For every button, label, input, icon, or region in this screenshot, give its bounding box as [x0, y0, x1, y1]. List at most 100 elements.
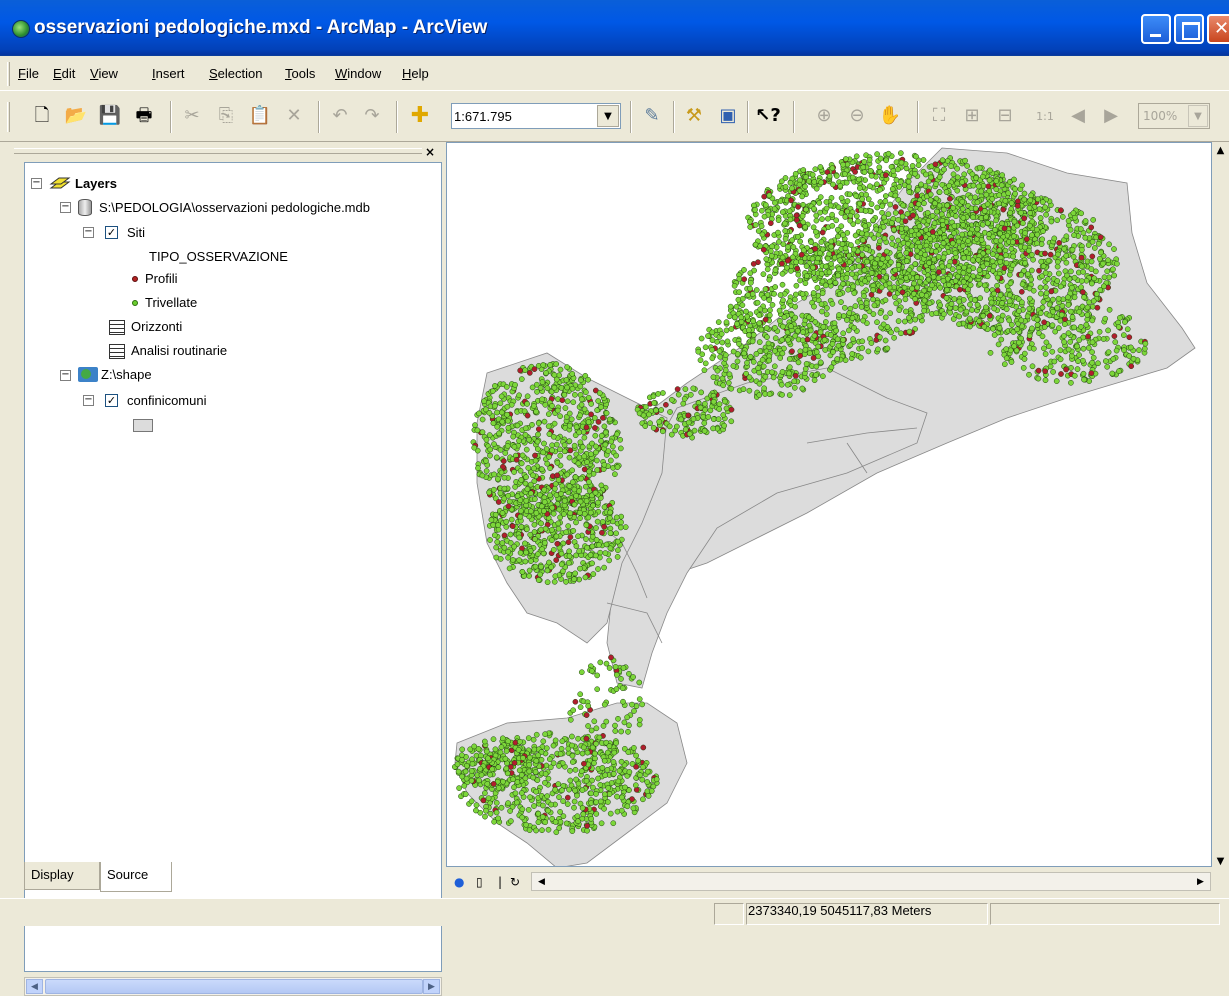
zoom-percent-combobox[interactable]: 100% ▼	[1138, 103, 1210, 129]
undo-icon[interactable]: ↶	[328, 104, 352, 128]
layer-visibility-checkbox[interactable]: ✓	[105, 226, 118, 239]
layer-visibility-checkbox[interactable]: ✓	[105, 394, 118, 407]
map-point	[997, 292, 1004, 299]
full-extent-icon[interactable]: ⛶	[927, 104, 951, 128]
map-point	[874, 151, 880, 157]
map-point	[779, 260, 785, 267]
menu-insert[interactable]: Insert	[152, 66, 185, 81]
whats-this-icon[interactable]: ↖?	[755, 104, 781, 128]
map-point	[596, 542, 602, 548]
collapse-icon[interactable]: −	[83, 227, 94, 238]
map-point	[953, 213, 959, 219]
map-point	[1043, 211, 1049, 218]
map-point	[813, 363, 820, 370]
map-scale-combobox[interactable]: ▼	[451, 103, 621, 129]
chevron-down-icon[interactable]: ▼	[1188, 105, 1208, 127]
minimize-button[interactable]	[1141, 14, 1171, 44]
toc-layer-confinicomuni[interactable]: confinicomuni	[127, 393, 207, 408]
map-point	[844, 266, 851, 272]
collapse-icon[interactable]: −	[60, 370, 71, 381]
close-icon[interactable]: ×	[425, 145, 435, 159]
map-point	[951, 223, 958, 229]
map-canvas[interactable]	[447, 143, 1212, 867]
delete-icon[interactable]: ✕	[282, 104, 306, 128]
menu-selection[interactable]: Selection	[209, 66, 262, 81]
collapse-icon[interactable]: −	[60, 202, 71, 213]
new-document-icon[interactable]: 🗋	[30, 104, 54, 128]
toc-table-orizzonti[interactable]: Orizzonti	[131, 319, 182, 334]
pan-icon[interactable]: ✋	[878, 104, 902, 128]
zoom-out-fixed-icon[interactable]: ⊖	[845, 104, 869, 128]
map-point	[863, 246, 870, 253]
toc-table-analisi[interactable]: Analisi routinarie	[131, 343, 227, 358]
command-line-icon[interactable]: ▣	[716, 104, 740, 128]
map-point	[474, 427, 481, 434]
zoom-in-fixed-icon[interactable]: ⊕	[812, 104, 836, 128]
menu-edit[interactable]: Edit	[53, 66, 75, 81]
toc-root-layers[interactable]: Layers	[75, 176, 117, 191]
scroll-right-icon[interactable]: ▶	[423, 979, 440, 994]
map-point	[788, 197, 794, 204]
scroll-left-icon[interactable]: ◀	[26, 979, 43, 994]
close-button[interactable]	[1207, 14, 1229, 44]
arctoolbox-icon[interactable]: ⚒	[682, 104, 706, 128]
map-point	[583, 522, 590, 529]
menu-file[interactable]: File	[18, 66, 39, 81]
menu-view[interactable]: View	[90, 66, 118, 81]
editor-toolbar-icon[interactable]: ✎	[640, 104, 664, 128]
add-data-icon[interactable]: ✚	[408, 104, 432, 128]
collapse-icon[interactable]: −	[31, 178, 42, 189]
toc-database-path[interactable]: S:\PEDOLOGIA\osservazioni pedologiche.md…	[99, 200, 370, 215]
map-point	[987, 167, 993, 174]
map-point	[1112, 339, 1119, 345]
map-point	[498, 409, 505, 416]
menu-tools[interactable]: Tools	[285, 66, 315, 81]
open-folder-icon[interactable]: 📂	[64, 104, 88, 128]
paste-icon[interactable]: 📋	[248, 104, 272, 128]
map-point	[705, 333, 711, 339]
map-point	[745, 292, 751, 298]
tab-source[interactable]: Source	[100, 862, 172, 892]
cut-icon[interactable]: ✂	[180, 104, 204, 128]
fixed-zoom-out-icon[interactable]: ⊟	[993, 104, 1017, 128]
forward-extent-icon[interactable]: ▶	[1099, 104, 1123, 128]
menu-help[interactable]: Help	[402, 66, 429, 81]
map-display[interactable]	[446, 142, 1212, 867]
redo-icon[interactable]: ↷	[360, 104, 384, 128]
map-point	[902, 318, 908, 325]
copy-icon[interactable]: ⎘	[214, 104, 238, 128]
map-point	[583, 424, 590, 431]
toc-shape-folder[interactable]: Z:\shape	[101, 367, 152, 382]
map-point	[549, 527, 555, 533]
fixed-zoom-in-icon[interactable]: ⊞	[960, 104, 984, 128]
back-extent-icon[interactable]: ◀	[1066, 104, 1090, 128]
chevron-down-icon[interactable]: ▼	[597, 105, 619, 127]
toc-header[interactable]: ×	[10, 142, 442, 162]
map-point	[969, 307, 975, 313]
trivellate-symbol-icon[interactable]	[132, 300, 138, 306]
map-point	[759, 231, 766, 238]
save-icon[interactable]: 💾	[98, 104, 122, 128]
zoom-to-100-icon[interactable]: 1:1	[1033, 104, 1057, 128]
menu-window[interactable]: Window	[335, 66, 381, 81]
map-point	[818, 270, 825, 277]
map-scale-input[interactable]	[454, 106, 594, 126]
toc-layer-siti[interactable]: Siti	[127, 225, 145, 240]
collapse-icon[interactable]: −	[83, 395, 94, 406]
tab-display[interactable]: Display	[24, 862, 100, 890]
toc-horizontal-scrollbar[interactable]: ◀ ▶	[24, 977, 442, 996]
maximize-button[interactable]	[1174, 14, 1204, 44]
menu-grip[interactable]	[7, 62, 10, 86]
profili-symbol-icon[interactable]	[132, 276, 138, 282]
toolbar-grip[interactable]	[7, 102, 10, 132]
print-icon[interactable]: 🖶	[132, 104, 156, 128]
map-point	[541, 440, 547, 447]
polygon-symbol-swatch[interactable]	[133, 419, 153, 432]
map-point	[573, 492, 579, 499]
map-point	[936, 269, 942, 275]
map-point	[540, 738, 547, 745]
map-point	[505, 418, 511, 424]
map-point	[589, 543, 596, 550]
scroll-thumb[interactable]	[45, 979, 423, 994]
title-bar[interactable]: osservazioni pedologiche.mxd - ArcMap - …	[0, 0, 1229, 56]
